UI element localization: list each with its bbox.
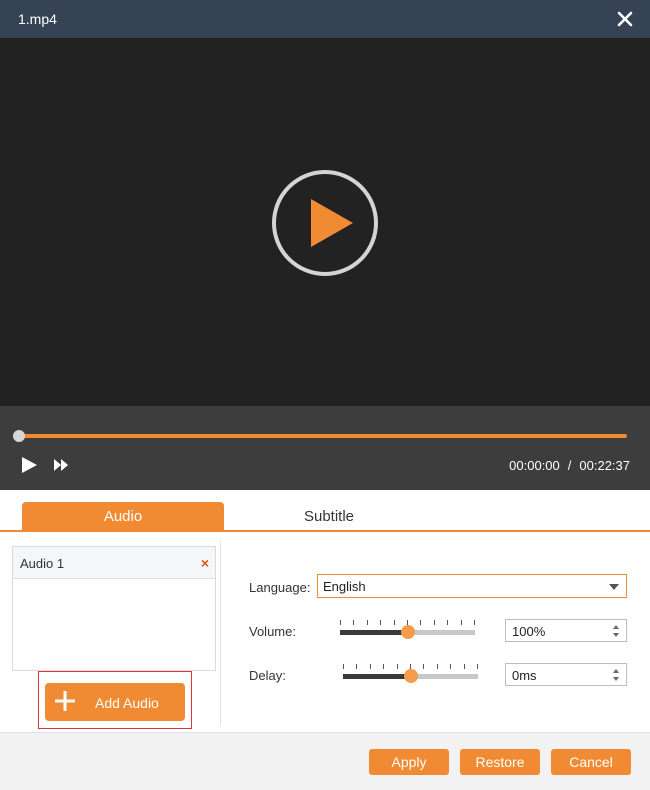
audio-panel: Audio 1 × Add Audio Language: English Vo… (0, 532, 650, 732)
slider-tick (474, 620, 475, 625)
slider-tick (464, 664, 465, 669)
cancel-button[interactable]: Cancel (551, 749, 631, 775)
slider-tick (353, 620, 354, 625)
volume-label: Volume: (249, 624, 296, 639)
slider-tick (423, 664, 424, 669)
volume-slider[interactable] (340, 620, 475, 642)
language-dropdown[interactable]: English (317, 574, 627, 598)
spinner-arrows-icon[interactable] (612, 624, 620, 638)
remove-track-icon[interactable]: × (201, 555, 209, 571)
close-icon[interactable] (614, 8, 636, 30)
slider-tick (420, 620, 421, 625)
spinner-arrows-icon[interactable] (612, 668, 620, 682)
tab-audio[interactable]: Audio (22, 502, 224, 532)
slider-tick (397, 664, 398, 669)
slider-tick (380, 620, 381, 625)
chevron-down-icon (609, 584, 619, 590)
slider-handle[interactable] (401, 625, 415, 639)
play-icon[interactable] (20, 456, 38, 474)
delay-value: 0ms (512, 668, 537, 683)
duration: 00:22:37 (579, 458, 630, 473)
slider-tick (394, 620, 395, 625)
fast-forward-icon[interactable] (54, 459, 68, 471)
list-item[interactable]: Audio 1 × (13, 547, 215, 579)
slider-handle[interactable] (404, 669, 418, 683)
audio-track-list: Audio 1 × (12, 546, 216, 671)
tab-bar: Audio Subtitle (0, 490, 650, 532)
slider-tick (450, 664, 451, 669)
slider-tick (461, 620, 462, 625)
time-separator: / (567, 458, 572, 473)
progress-handle[interactable] (13, 430, 25, 442)
slider-tick (340, 620, 341, 625)
add-audio-label: Add Audio (95, 695, 159, 711)
delay-spinbox[interactable]: 0ms (505, 663, 627, 686)
progress-bar[interactable] (19, 434, 627, 438)
language-value: English (323, 579, 366, 594)
slider-tick (437, 664, 438, 669)
volume-value: 100% (512, 624, 546, 639)
slider-tick (383, 664, 384, 669)
video-preview[interactable] (0, 38, 650, 406)
tab-subtitle[interactable]: Subtitle (228, 502, 430, 532)
restore-button[interactable]: Restore (460, 749, 540, 775)
window-title: 1.mp4 (18, 11, 57, 27)
slider-tick (367, 620, 368, 625)
add-audio-button[interactable]: Add Audio (45, 683, 185, 721)
slider-fill (343, 674, 411, 679)
slider-tick (343, 664, 344, 669)
audio-track-name: Audio 1 (20, 556, 65, 571)
dialog-footer: Apply Restore Cancel (0, 732, 650, 790)
play-circle-icon[interactable] (271, 169, 379, 277)
slider-fill (340, 630, 408, 635)
language-label: Language: (249, 580, 311, 595)
volume-spinbox[interactable]: 100% (505, 619, 627, 642)
apply-button[interactable]: Apply (369, 749, 449, 775)
slider-tick (356, 664, 357, 669)
plus-icon (54, 690, 76, 712)
slider-tick (477, 664, 478, 669)
panel-divider (220, 540, 221, 726)
delay-label: Delay: (249, 668, 286, 683)
slider-tick (447, 620, 448, 625)
slider-tick (434, 620, 435, 625)
time-display: 00:00:00 / 00:22:37 (509, 458, 630, 473)
current-time: 00:00:00 (509, 458, 560, 473)
title-bar: 1.mp4 (0, 0, 650, 38)
delay-slider[interactable] (343, 664, 478, 686)
slider-tick (370, 664, 371, 669)
playback-controls: 00:00:00 / 00:22:37 (0, 406, 650, 490)
